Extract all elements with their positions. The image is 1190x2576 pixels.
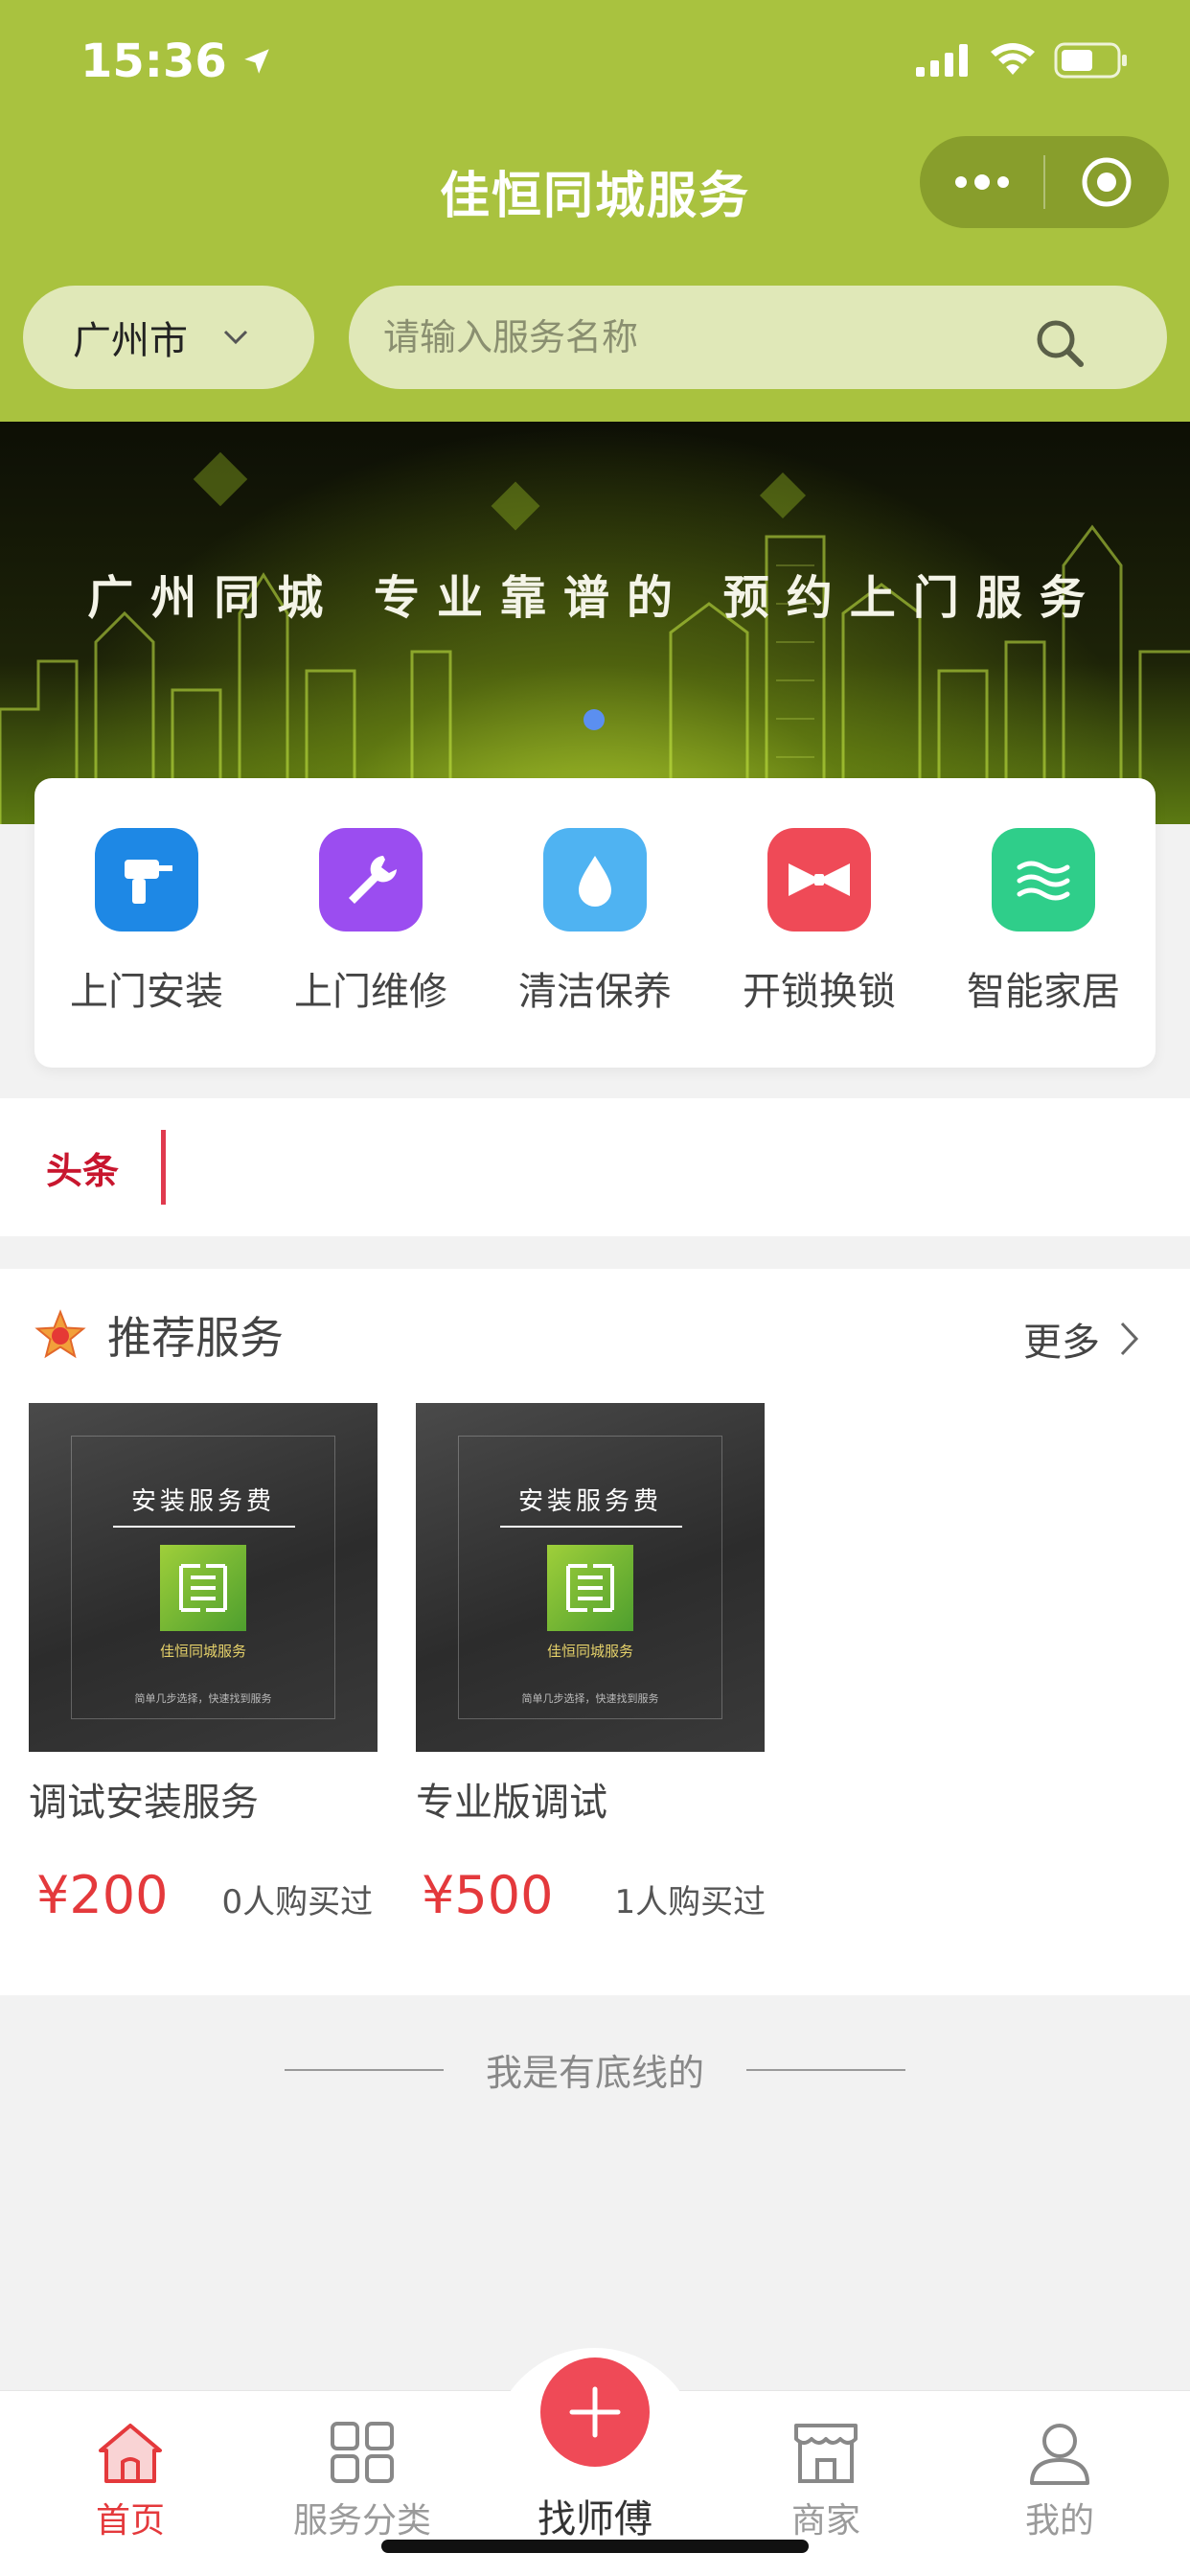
star-badge-icon — [34, 1309, 86, 1359]
recommended-title: 推荐服务 — [107, 1312, 284, 1364]
tab-home[interactable]: 首页 — [34, 2422, 226, 2542]
tab-label: 我的 — [1024, 2501, 1094, 2541]
chevron-right-icon — [1120, 1322, 1139, 1356]
city-label: 广州市 — [73, 319, 188, 363]
more-link[interactable]: 更多 — [1023, 1311, 1140, 1367]
image-title: 安装服务费 — [517, 1487, 662, 1516]
category-install[interactable]: 上门安装 — [41, 828, 252, 1016]
drill-icon — [95, 828, 198, 932]
service-price: ¥500 — [422, 1865, 554, 1925]
headline-tag: 头条 — [46, 1148, 120, 1192]
chevron-down-icon — [223, 330, 248, 345]
service-sold-count: 1人购买过 — [614, 1883, 767, 1921]
tab-mine[interactable]: 我的 — [964, 2422, 1156, 2542]
image-slogan: 简单几步选择，快速找到服务 — [521, 1692, 659, 1705]
target-close-icon — [1082, 157, 1132, 207]
promo-banner[interactable]: 广州同城 专业靠谱的 预约上门服务 — [0, 422, 1190, 824]
location-arrow-icon — [244, 49, 269, 74]
wrench-icon — [319, 828, 423, 932]
divider-line — [284, 2068, 444, 2071]
image-rule — [500, 1526, 682, 1528]
banner-indicator-dot[interactable] — [584, 709, 605, 730]
price-row: ¥500 1人购买过 — [422, 1865, 766, 1925]
service-name: 调试安装服务 — [29, 1781, 259, 1825]
tab-label: 首页 — [95, 2501, 165, 2541]
category-label: 上门维修 — [294, 970, 447, 1014]
bow-icon — [767, 828, 871, 932]
category-grid: 上门安装 上门维修 清洁保养 开锁换锁 智能家居 — [34, 778, 1156, 1068]
battery-icon — [1054, 42, 1127, 79]
category-smart-home[interactable]: 智能家居 — [938, 828, 1149, 1016]
more-label: 更多 — [1023, 1321, 1100, 1365]
grid-icon — [331, 2422, 394, 2483]
find-master-button[interactable] — [540, 2358, 650, 2467]
service-image[interactable]: 安装服务费 佳恒同城服务 简单几步选择，快速找到服务 — [416, 1403, 765, 1752]
waves-icon — [992, 828, 1095, 932]
image-title: 安装服务费 — [130, 1487, 275, 1516]
category-label: 开锁换锁 — [743, 970, 896, 1014]
image-brand: 佳恒同城服务 — [546, 1643, 633, 1660]
brand-logo-icon — [160, 1545, 246, 1631]
service-card[interactable]: 安装服务费 佳恒同城服务 简单几步选择，快速找到服务 专业版调试 — [416, 1403, 765, 1827]
more-button[interactable] — [920, 136, 1043, 228]
end-of-list-note: 我是有底线的 — [0, 2043, 1190, 2096]
category-label: 上门安装 — [70, 970, 223, 1014]
image-rule — [113, 1526, 295, 1528]
image-brand: 佳恒同城服务 — [159, 1643, 246, 1660]
wifi-icon — [991, 43, 1035, 75]
tab-merchant[interactable]: 商家 — [730, 2422, 922, 2542]
divider-line — [746, 2068, 905, 2071]
search-icon — [1037, 320, 1084, 367]
plus-icon — [569, 2386, 621, 2438]
home-indicator[interactable] — [381, 2540, 809, 2553]
service-name: 专业版调试 — [416, 1781, 607, 1825]
close-mini-program-button[interactable] — [1045, 136, 1169, 228]
banner-slogan: 广州同城 专业靠谱的 预约上门服务 — [87, 571, 1103, 625]
image-slogan: 简单几步选择，快速找到服务 — [134, 1692, 272, 1705]
tab-category[interactable]: 服务分类 — [266, 2422, 458, 2542]
tab-label: 服务分类 — [292, 2501, 431, 2541]
category-label: 清洁保养 — [518, 970, 672, 1014]
water-drop-icon — [543, 828, 647, 932]
service-sold-count: 0人购买过 — [221, 1883, 374, 1921]
find-master-label[interactable]: 找师傅 — [498, 2488, 692, 2543]
service-card[interactable]: 安装服务费 佳恒同城服务 简单几步选择，快速找到服务 调试安装服务 — [29, 1403, 378, 1827]
signal-icon — [916, 44, 968, 77]
city-selector[interactable]: 广州市 — [23, 286, 314, 389]
category-locksmith[interactable]: 开锁换锁 — [714, 828, 925, 1016]
status-icons — [916, 42, 1129, 79]
status-time-text: 15:36 — [80, 34, 227, 88]
tab-label: 商家 — [790, 2501, 860, 2541]
home-icon — [99, 2424, 162, 2483]
price-row: ¥200 0人购买过 — [36, 1865, 373, 1925]
more-dots-icon — [954, 174, 1009, 190]
search-input[interactable] — [383, 316, 996, 358]
end-of-list-text: 我是有底线的 — [485, 2052, 704, 2094]
search-button[interactable] — [1033, 316, 1087, 374]
user-icon — [1030, 2424, 1089, 2485]
category-label: 智能家居 — [967, 970, 1120, 1014]
headline-ticker[interactable]: 头条 — [0, 1098, 1190, 1236]
category-repair[interactable]: 上门维修 — [265, 828, 476, 1016]
service-image[interactable]: 安装服务费 佳恒同城服务 简单几步选择，快速找到服务 — [29, 1403, 378, 1752]
status-time: 15:36 — [80, 34, 273, 88]
headline-divider — [161, 1130, 167, 1205]
category-cleaning[interactable]: 清洁保养 — [490, 828, 700, 1016]
brand-logo-icon — [547, 1545, 633, 1631]
store-icon — [794, 2424, 858, 2483]
recommended-header: 推荐服务 — [34, 1303, 284, 1367]
mini-program-capsule — [920, 136, 1169, 228]
service-price: ¥200 — [36, 1865, 169, 1925]
